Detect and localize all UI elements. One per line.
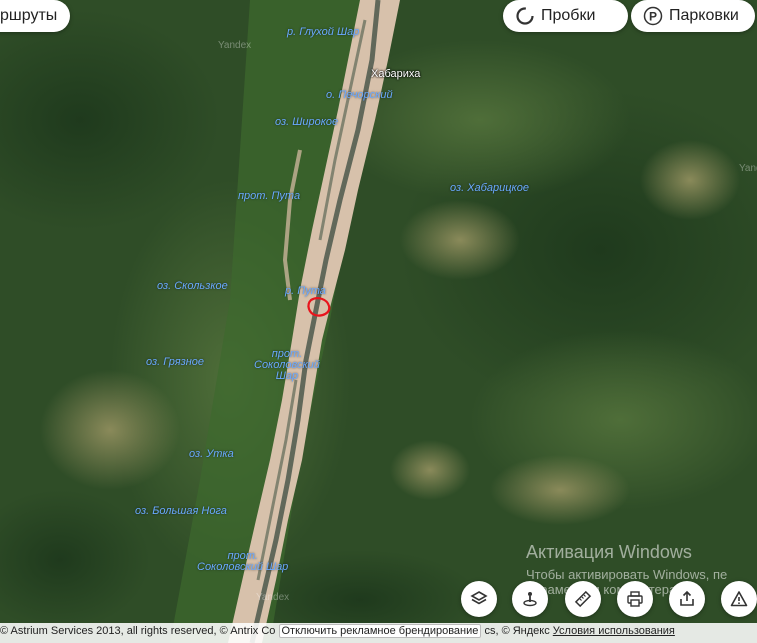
yandex-watermark: Yandex — [218, 40, 252, 51]
map-label[interactable]: оз. Скользкое — [157, 280, 228, 292]
warning-icon — [730, 591, 748, 607]
traffic-button[interactable]: Пробки — [503, 0, 628, 32]
panorama-icon — [523, 592, 537, 607]
map-label[interactable]: оз. Широкое — [275, 116, 338, 128]
copyright-text: © Astrium Services 2013, all rights rese… — [0, 625, 276, 637]
map-label[interactable]: о. Печорский — [326, 89, 393, 101]
parking-button-label: Парковки — [669, 7, 739, 24]
print-button[interactable] — [617, 581, 653, 617]
ruler-icon — [574, 590, 592, 608]
map-label[interactable]: прот. Пута — [238, 190, 300, 202]
copyright-text-rest: cs, © Яндекс — [484, 625, 550, 637]
layers-button[interactable] — [461, 581, 497, 617]
map-label[interactable]: прот. Соколовский Шар — [197, 551, 288, 573]
traffic-icon — [515, 6, 535, 26]
routes-button[interactable]: ршруты — [0, 0, 70, 32]
parking-icon: P — [643, 6, 663, 26]
town-label[interactable]: Хабариха — [371, 68, 420, 80]
copyright-bar: © Astrium Services 2013, all rights rese… — [0, 623, 757, 643]
report-error-button[interactable] — [721, 581, 757, 617]
terms-of-use-link[interactable]: Условия использования — [553, 625, 675, 637]
map-label[interactable]: р. Глухой Шар — [287, 26, 359, 38]
share-button[interactable] — [669, 581, 705, 617]
share-icon — [680, 590, 694, 606]
map-label[interactable]: оз. Большая Нога — [135, 505, 227, 517]
map-label[interactable]: оз. Грязное — [146, 356, 204, 368]
yandex-watermark-bottom: Yandex — [256, 592, 290, 603]
map-label[interactable]: р. Пута — [285, 285, 326, 297]
yandex-watermark-right: Yand — [739, 163, 757, 174]
activation-title: Активация Windows — [526, 542, 692, 562]
disable-branding-button[interactable]: Отключить рекламное брендирование — [278, 624, 482, 638]
map-label[interactable]: оз. Хабарицкое — [450, 182, 529, 194]
layers-icon — [470, 591, 488, 605]
traffic-button-label: Пробки — [541, 7, 596, 24]
routes-button-label: ршруты — [0, 7, 58, 24]
map-label[interactable]: прот. Соколовский Шар — [254, 349, 320, 382]
ruler-button[interactable] — [565, 581, 601, 617]
svg-text:P: P — [649, 10, 657, 24]
parking-button[interactable]: P Парковки — [631, 0, 755, 32]
map-label[interactable]: оз. Утка — [189, 448, 234, 460]
print-icon — [627, 591, 643, 607]
panorama-button[interactable] — [512, 581, 548, 617]
activation-line1: Чтобы активировать Windows, пе — [526, 567, 728, 582]
